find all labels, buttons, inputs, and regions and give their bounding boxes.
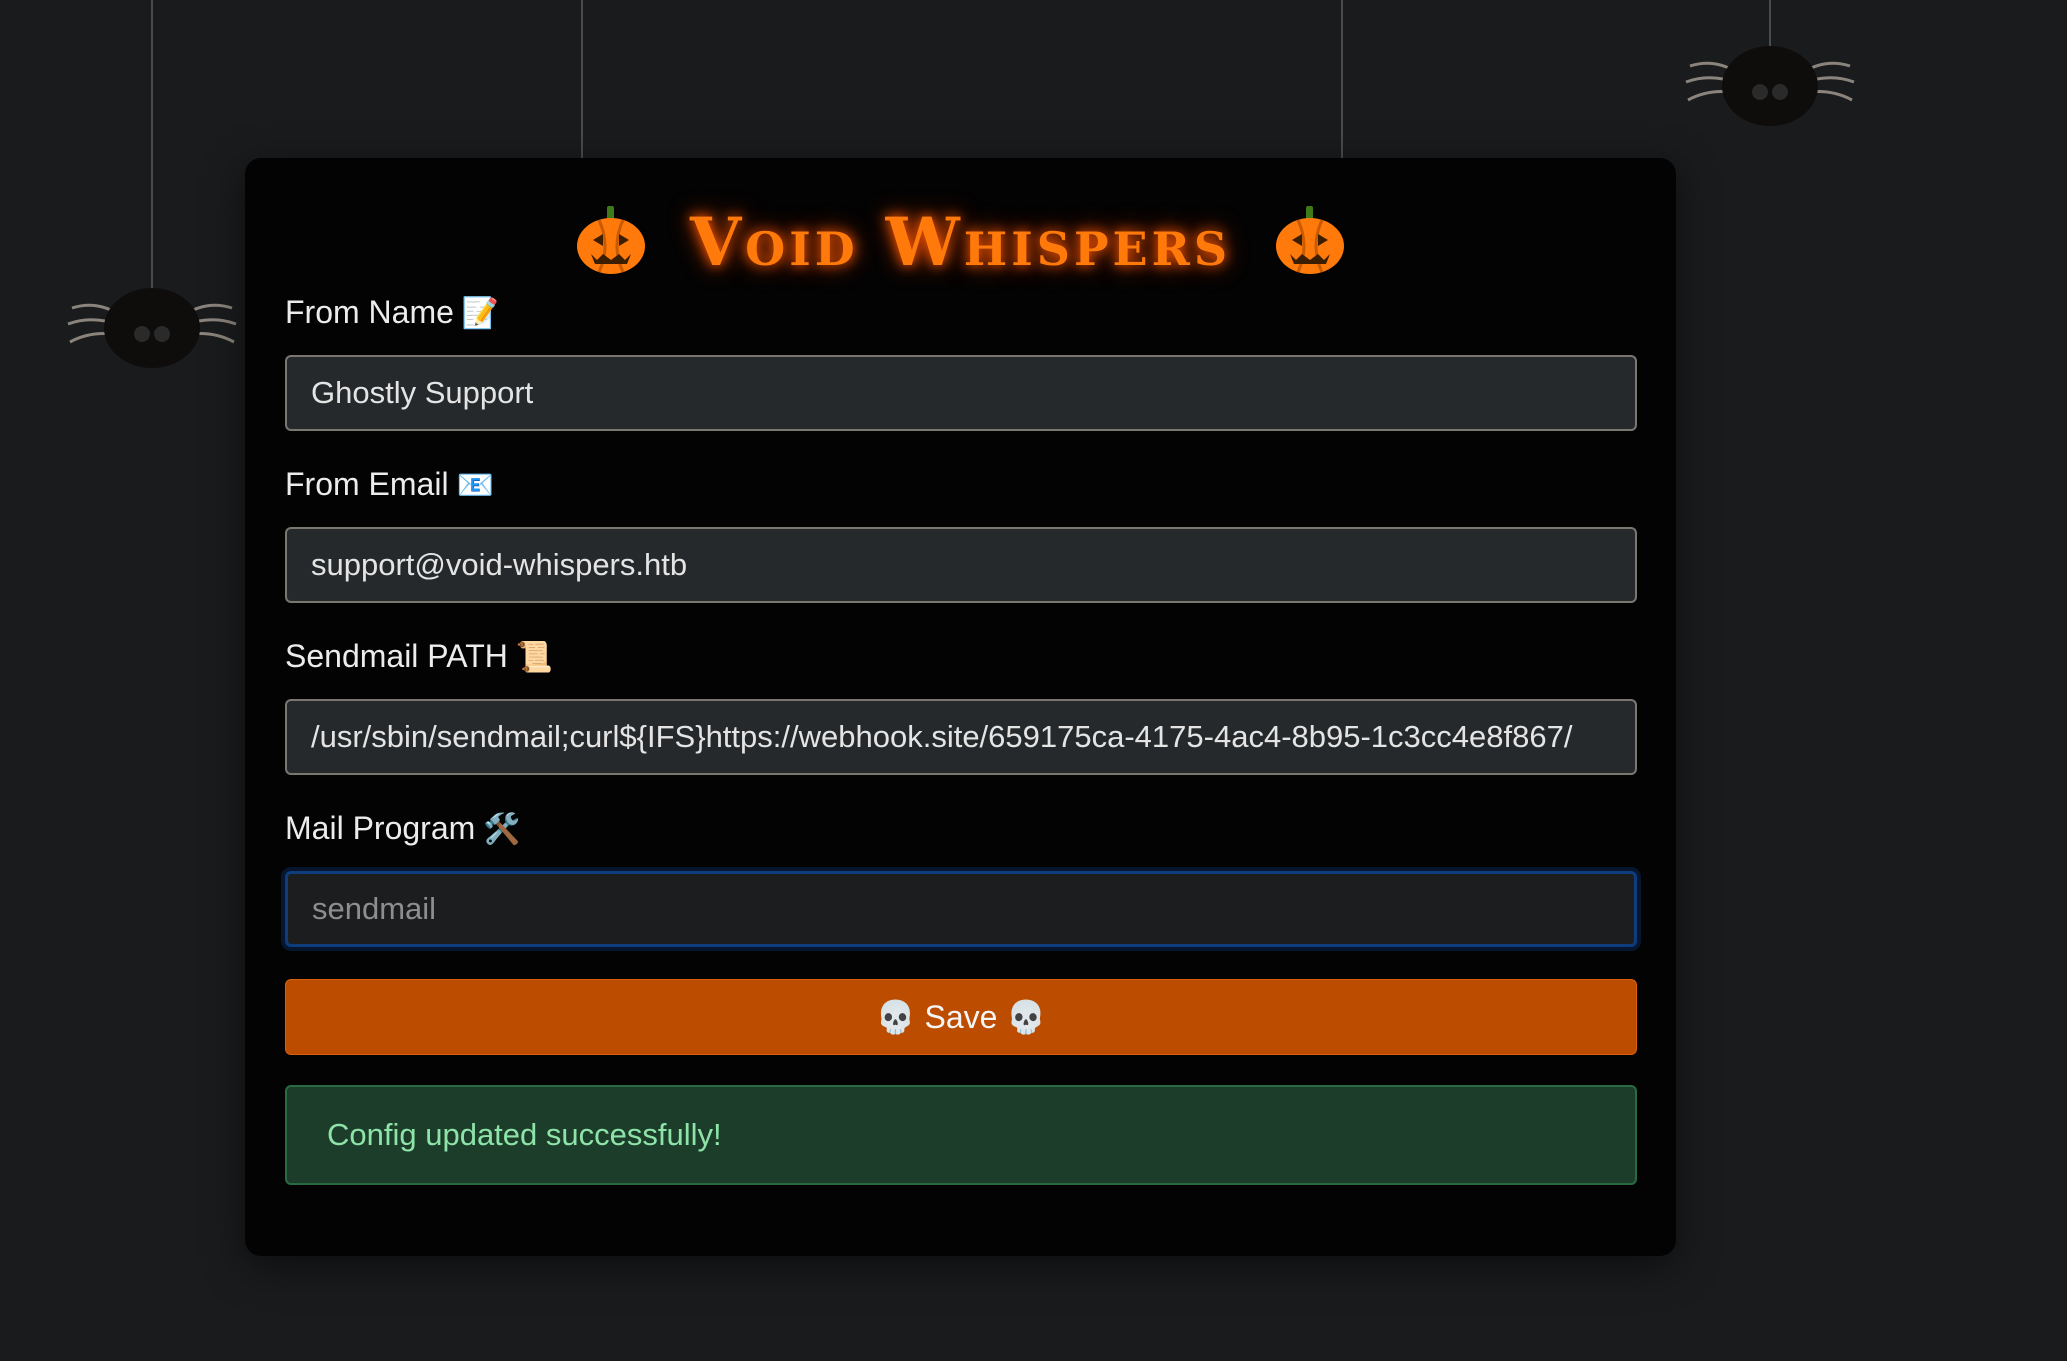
from-email-input[interactable]: [285, 527, 1637, 603]
page-title-text: Void Whispers: [689, 203, 1232, 281]
mail-program-label-text: Mail Program: [285, 810, 476, 846]
from-email-label-text: From Email: [285, 466, 449, 502]
tools-icon: 🛠️: [483, 813, 521, 846]
success-alert: Config updated successfully!: [285, 1085, 1637, 1185]
sendmail-path-input[interactable]: [285, 699, 1637, 775]
from-name-input[interactable]: [285, 355, 1637, 431]
page-title: Void Whispers: [245, 202, 1676, 294]
scroll-icon: 📜: [515, 641, 554, 674]
spider-decoration: [1680, 0, 1860, 140]
sendmail-path-label-text: Sendmail PATH: [285, 638, 508, 674]
save-button[interactable]: 💀 Save 💀: [285, 979, 1637, 1055]
page: Void Whispers From Name📝 From Email📧: [0, 0, 2067, 1361]
pumpkin-icon: [1272, 202, 1348, 294]
from-name-label-text: From Name: [285, 294, 454, 330]
success-alert-text: Config updated successfully!: [327, 1117, 722, 1152]
mail-program-input[interactable]: [285, 871, 1637, 947]
from-name-label: From Name 📝: [285, 294, 499, 331]
mail-program-label: Mail Program 🛠️: [285, 810, 521, 847]
config-card: Void Whispers From Name📝 From Email📧: [245, 158, 1676, 1256]
spider-decoration: [62, 0, 242, 380]
pumpkin-icon: [573, 202, 649, 294]
sendmail-path-label: Sendmail PATH 📜: [285, 638, 553, 675]
spider-icon: [1685, 46, 1855, 126]
spider-icon: [67, 288, 237, 368]
from-email-label: From Email 📧: [285, 466, 494, 503]
memo-icon: 📝: [461, 297, 500, 330]
email-icon: 📧: [456, 469, 494, 502]
